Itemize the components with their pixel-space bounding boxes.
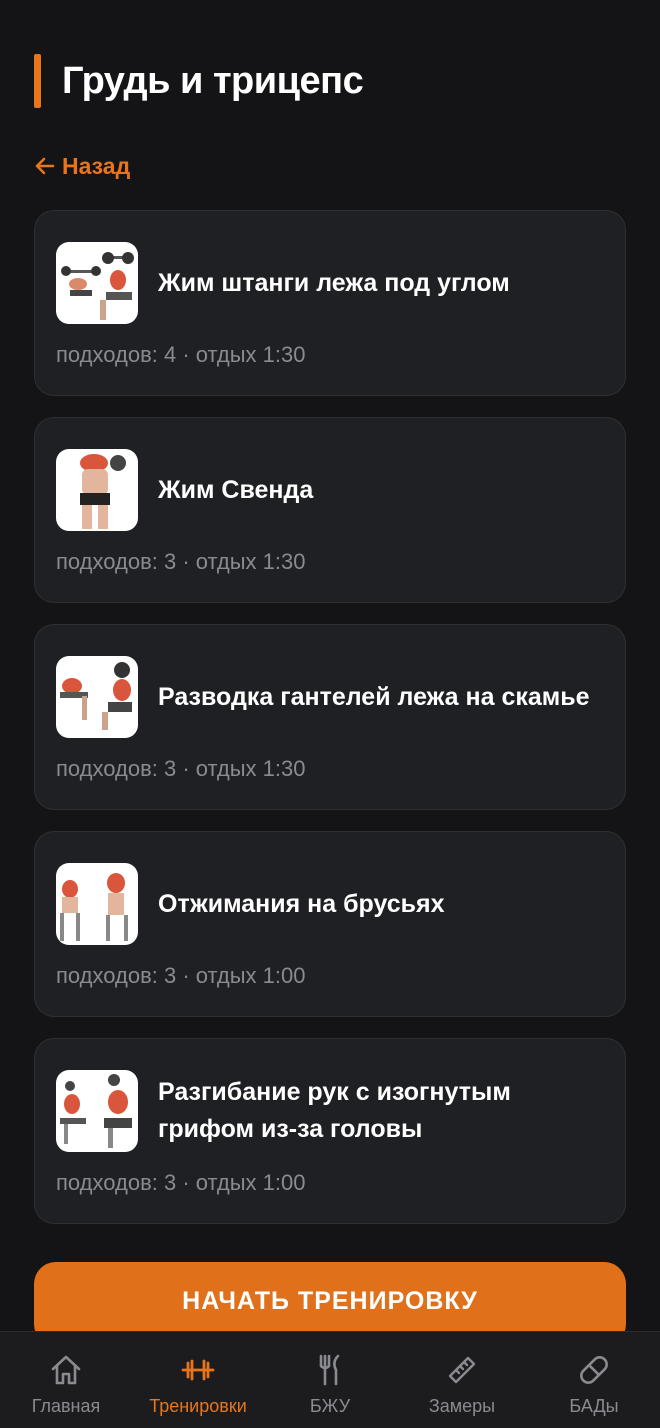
page-title: Грудь и трицепс (62, 59, 364, 102)
fork-knife-icon (319, 1354, 340, 1386)
tab-measurements[interactable]: Замеры (396, 1332, 528, 1428)
arrow-left-icon (35, 157, 55, 175)
tab-label: БАДы (569, 1396, 619, 1416)
header-accent-bar (34, 54, 41, 108)
back-button[interactable]: Назад (34, 150, 130, 182)
exercise-name: Жим штанги лежа под углом (158, 268, 510, 297)
exercise-meta: подходов: 3 · отдых 1:30 (56, 756, 306, 781)
exercise-meta: подходов: 3 · отдых 1:00 (56, 963, 306, 988)
exercise-card[interactable]: Жим штанги лежа под углом подходов: 4 · … (34, 210, 626, 396)
exercise-card[interactable]: Разгибание рук с изогнутым грифом из-за … (34, 1038, 626, 1224)
exercise-name: Разводка гантелей лежа на скамье (158, 682, 590, 711)
exercise-card[interactable]: Отжимания на брусьях подходов: 3 · отдых… (34, 831, 626, 1017)
bottom-tab-bar: Главная Тренировки БЖУ Замеры БАДы (0, 1331, 660, 1428)
exercise-thumbnail (56, 656, 138, 738)
exercise-meta: подходов: 3 · отдых 1:00 (56, 1170, 306, 1195)
exercise-name: Отжимания на брусьях (158, 889, 445, 918)
pill-icon (580, 1356, 608, 1384)
tab-label: Тренировки (149, 1396, 247, 1416)
ruler-icon (448, 1356, 476, 1384)
dumbbell-icon (181, 1359, 215, 1381)
exercise-thumbnail (56, 1070, 138, 1152)
exercise-meta: подходов: 3 · отдых 1:30 (56, 549, 306, 574)
exercise-thumbnail (56, 863, 138, 945)
tab-label: Замеры (428, 1396, 496, 1416)
exercise-meta: подходов: 4 · отдых 1:30 (56, 342, 306, 367)
exercise-thumbnail (56, 242, 138, 324)
tab-workouts[interactable]: Тренировки (132, 1332, 264, 1428)
home-icon (51, 1355, 81, 1385)
exercise-list: Жим штанги лежа под углом подходов: 4 · … (34, 210, 626, 1245)
exercise-card[interactable]: Разводка гантелей лежа на скамье подходо… (34, 624, 626, 810)
exercise-card[interactable]: Жим Свенда подходов: 3 · отдых 1:30 (34, 417, 626, 603)
back-label: Назад (62, 152, 131, 179)
exercise-name: Разгибание рук с изогнутым грифом из-за … (158, 1078, 511, 1143)
tab-label: Главная (31, 1396, 101, 1416)
tab-label: БЖУ (309, 1396, 351, 1416)
tab-supplements[interactable]: БАДы (528, 1332, 660, 1428)
page-header: Грудь и трицепс (34, 54, 364, 108)
tab-home[interactable]: Главная (0, 1332, 132, 1428)
tab-nutrition[interactable]: БЖУ (264, 1332, 396, 1428)
exercise-thumbnail (56, 449, 138, 531)
exercise-name: Жим Свенда (158, 475, 314, 504)
